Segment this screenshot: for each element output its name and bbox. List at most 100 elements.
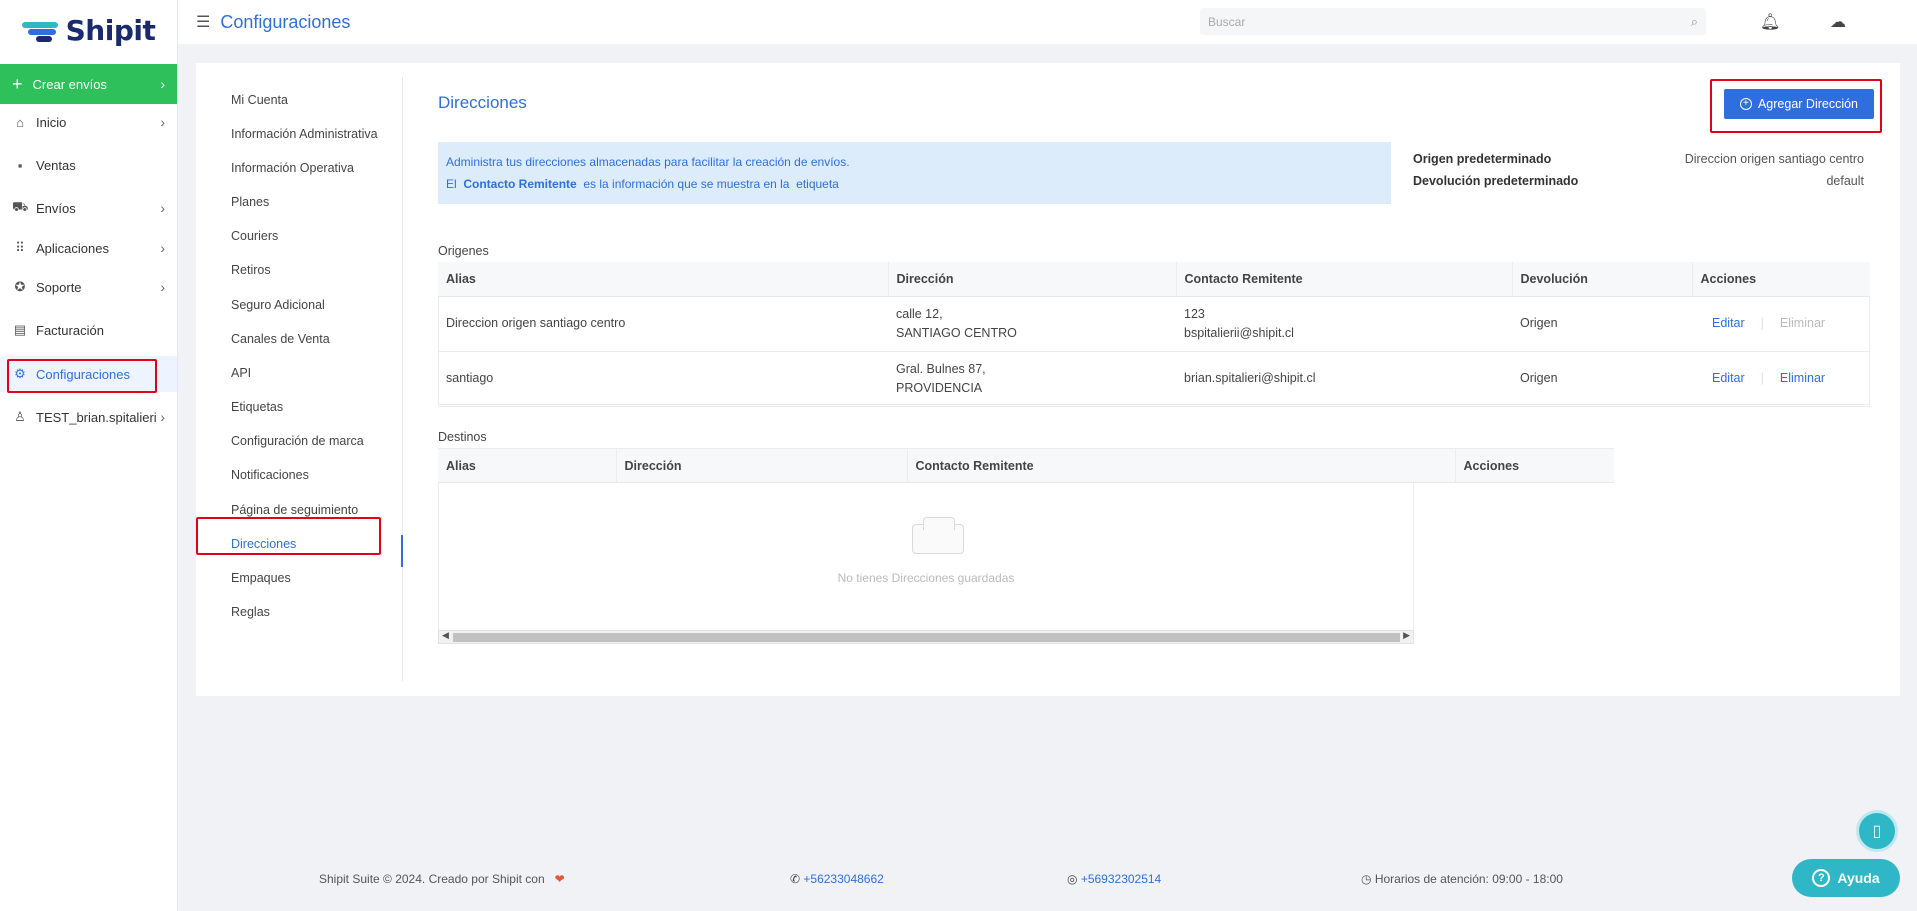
chevron-right-icon: › — [160, 240, 165, 256]
settings-card: Mi Cuenta Información Administrativa Inf… — [196, 63, 1900, 696]
submenu-item[interactable]: Canales de Venta — [231, 329, 330, 349]
origins-label: Origenes — [438, 244, 489, 258]
footer-whatsapp[interactable]: ◎ +56932302514 — [1067, 872, 1161, 886]
document-icon: ▯ — [1872, 823, 1882, 840]
info-line-1: Administra tus direcciones almacenadas p… — [446, 155, 850, 169]
default-origin-value: Direccion origen santiago centro — [1684, 152, 1864, 166]
submenu-item[interactable]: Información Operativa — [231, 158, 354, 178]
heart-icon: ❤ — [548, 872, 565, 886]
info-text: El — [446, 177, 457, 191]
invoice-icon: ▤ — [13, 322, 27, 337]
submenu-item[interactable]: Planes — [231, 192, 269, 212]
scroll-left-arrow-icon[interactable]: ◀ — [442, 630, 449, 641]
grid-icon: ⠿ — [15, 240, 25, 255]
edit-link[interactable]: Editar — [1712, 371, 1745, 385]
sidebar-item-user[interactable]: ♙ TEST_brian.spitalieri › — [0, 399, 177, 435]
table-row: Direccion origen santiago centro calle 1… — [438, 296, 1870, 352]
divider: | — [1760, 316, 1764, 330]
footer-copyright: Shipit Suite © 2024. Creado por Shipit c… — [319, 872, 565, 886]
horizontal-scrollbar[interactable]: ◀ ▶ — [438, 630, 1414, 644]
sidebar-item-soporte[interactable]: ✪ Soporte › — [0, 269, 177, 305]
scrollbar-thumb[interactable] — [453, 633, 1400, 642]
whatsapp-icon: ◎ — [1067, 872, 1081, 886]
chevron-right-icon: › — [160, 200, 165, 216]
submenu-item[interactable]: Mi Cuenta — [231, 90, 288, 110]
address-cell: calle 12, SANTIAGO CENTRO — [888, 296, 1176, 352]
submenu-item[interactable]: Configuración de marca — [231, 431, 364, 451]
info-text: etiqueta — [796, 177, 839, 191]
submenu-item[interactable]: API — [231, 363, 251, 383]
column-header: Alias — [438, 448, 616, 483]
address-line: PROVIDENCIA — [896, 380, 983, 395]
sidebar-item-envios[interactable]: ⛟ Envíos › — [0, 190, 177, 226]
submenu-item[interactable]: Seguro Adicional — [231, 295, 325, 315]
cloud-download-icon[interactable]: ☁ — [1830, 12, 1846, 32]
footer-hours: ◷ Horarios de atención: 09:00 - 18:00 — [1361, 872, 1563, 886]
column-header: Acciones — [1454, 448, 1614, 483]
sidebar-item-aplicaciones[interactable]: ⠿ Aplicaciones › — [0, 230, 177, 266]
empty-text: No tienes Direcciones guardadas — [837, 571, 1015, 585]
lifebuoy-icon: ✪ — [14, 279, 26, 294]
info-line-2: El Contacto Remitente es la información … — [446, 173, 1383, 195]
scroll-right-arrow-icon[interactable]: ▶ — [1403, 630, 1410, 641]
destinations-label: Destinos — [438, 430, 487, 444]
sidebar-item-inicio[interactable]: ⌂ Inicio › — [0, 104, 177, 140]
sidebar-item-ventas[interactable]: ▪ Ventas — [0, 147, 177, 183]
destinations-table: Alias Dirección Contacto Remitente Accio… — [438, 448, 1614, 483]
sidebar-item-label: Soporte — [36, 279, 82, 295]
sidebar-item-label: Aplicaciones — [36, 240, 109, 256]
submenu-active-indicator — [401, 535, 403, 567]
column-header: Dirección — [615, 448, 907, 483]
info-banner: Administra tus direcciones almacenadas p… — [438, 142, 1391, 204]
shipit-logo-mark-icon — [21, 20, 60, 42]
chevron-right-icon: › — [160, 279, 165, 295]
settings-submenu: Mi Cuenta Información Administrativa Inf… — [196, 77, 403, 681]
contact-line: bspitalierii@shipit.cl — [1184, 325, 1294, 340]
page-title: Configuraciones — [220, 11, 351, 32]
footer: Shipit Suite © 2024. Creado por Shipit c… — [178, 868, 1917, 892]
highlight-box-add-address — [1710, 79, 1882, 133]
return-cell: Origen — [1512, 296, 1692, 352]
search-input[interactable] — [1208, 14, 1691, 29]
help-button[interactable]: ? Ayuda — [1792, 859, 1900, 897]
delete-link[interactable]: Eliminar — [1780, 371, 1825, 385]
phone-text: +56233048662 — [803, 872, 884, 886]
create-shipments-button[interactable]: + Crear envíos › — [0, 64, 177, 104]
search-bar[interactable]: ⌕ — [1200, 8, 1706, 35]
submenu-item[interactable]: Empaques — [231, 568, 291, 588]
highlight-box-configuraciones — [7, 359, 157, 393]
whatsapp-text: +56932302514 — [1080, 872, 1162, 886]
phone-icon: ✆ — [790, 872, 804, 886]
actions-cell: Editar | Eliminar — [1692, 296, 1870, 352]
sidebar: Shipit + Crear envíos › ⌂ Inicio › ▪ Ven… — [0, 0, 178, 911]
contact-line: 123 — [1184, 306, 1205, 321]
footer-phone[interactable]: ✆ +56233048662 — [790, 872, 884, 886]
submenu-item[interactable]: Reglas — [231, 602, 270, 622]
truck-icon: ⛟ — [12, 199, 29, 214]
menu-collapse-icon[interactable]: ☰ — [196, 12, 210, 32]
create-shipments-label: Crear envíos — [32, 76, 107, 92]
chevron-right-icon: › — [160, 409, 165, 425]
accessibility-float-button[interactable]: ▯ — [1856, 810, 1898, 852]
shipit-logo[interactable]: Shipit — [0, 0, 177, 60]
top-header: ☰ Configuraciones ⌕ 🔔︎ ☁ — [178, 0, 1917, 44]
copyright-text: Shipit Suite © 2024. Creado por Shipit c… — [319, 872, 545, 886]
submenu-item[interactable]: Retiros — [231, 260, 271, 280]
alias-cell: santiago — [438, 351, 888, 407]
sidebar-item-label: TEST_brian.spitalieri — [36, 409, 157, 425]
default-origin-label: Origen predeterminado — [1413, 152, 1552, 166]
edit-link[interactable]: Editar — [1712, 316, 1745, 330]
submenu-item[interactable]: Notificaciones — [231, 465, 309, 485]
submenu-item[interactable]: Información Administrativa — [231, 124, 378, 144]
bell-icon[interactable]: 🔔︎ — [1760, 12, 1780, 32]
address-line: SANTIAGO CENTRO — [896, 325, 1017, 340]
sidebar-item-facturacion[interactable]: ▤ Facturación — [0, 312, 177, 348]
search-icon[interactable]: ⌕ — [1691, 14, 1698, 30]
boxes-icon: ▪ — [17, 157, 23, 173]
submenu-item[interactable]: Couriers — [231, 226, 278, 246]
submenu-item[interactable]: Etiquetas — [231, 397, 283, 417]
sidebar-item-label: Envíos — [36, 200, 76, 216]
info-text: es la información que se muestra en la — [583, 177, 790, 191]
contact-cell: 123 bspitalierii@shipit.cl — [1176, 296, 1512, 352]
default-return-value: default — [1826, 174, 1864, 188]
